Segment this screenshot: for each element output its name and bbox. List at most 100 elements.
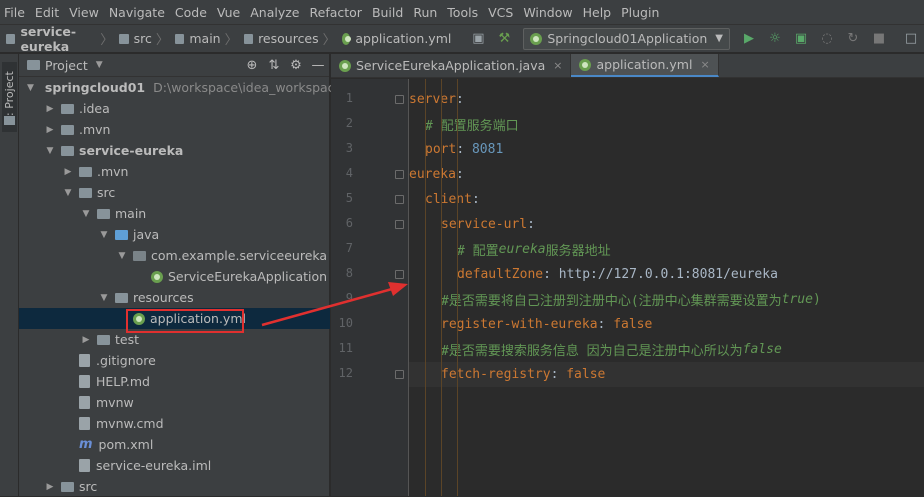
editor-area: ServiceEurekaApplication.java × applicatio… <box>331 54 924 496</box>
expand-arrow-icon[interactable]: ▼ <box>117 251 127 261</box>
coverage-icon[interactable]: ▣ <box>790 29 812 49</box>
editor-tab-label: ServiceEurekaApplication.java <box>356 58 546 73</box>
tree-item[interactable]: ▶ src <box>19 476 330 497</box>
tree-item[interactable]: HELP.md <box>19 371 330 392</box>
tree-item-label: .mvn <box>79 122 111 137</box>
menu-item[interactable]: File <box>4 5 25 20</box>
menu-item[interactable]: View <box>69 5 99 20</box>
expand-arrow-icon[interactable]: ▶ <box>63 167 73 177</box>
code-line[interactable]: server: <box>409 87 924 112</box>
code-line[interactable]: service-url: <box>409 212 924 237</box>
tree-item[interactable]: ▼ main <box>19 203 330 224</box>
layout-icon[interactable]: ▣ <box>467 29 489 49</box>
expand-arrow-icon[interactable]: ▼ <box>63 188 73 198</box>
editor-tab[interactable]: application.yml × <box>571 54 719 77</box>
breadcrumb-item[interactable]: service-eureka <box>20 24 96 54</box>
expand-arrow-icon[interactable]: ▼ <box>81 209 91 219</box>
chevron-down-icon[interactable]: ▼ <box>96 60 103 70</box>
expand-arrow-icon[interactable]: ▼ <box>27 83 34 93</box>
breadcrumb-item[interactable]: resources <box>258 31 319 46</box>
stop-icon[interactable]: ■ <box>868 29 890 49</box>
tree-item[interactable]: m pom.xml <box>19 434 330 455</box>
expand-arrow-icon[interactable]: ▶ <box>81 335 91 345</box>
line-number: 9 <box>345 291 353 305</box>
code-line[interactable]: client: <box>409 187 924 212</box>
code-token: server <box>409 92 456 107</box>
code-line[interactable]: #是否需要搜索服务信息 因为自己是注册中心所以为 false <box>409 337 924 362</box>
menu-item[interactable]: Navigate <box>109 5 165 20</box>
menu-item[interactable]: Build <box>372 5 403 20</box>
code-line[interactable]: port: 8081 <box>409 137 924 162</box>
profile-icon[interactable]: ◌ <box>816 29 838 49</box>
code-line[interactable]: fetch-registry: false <box>409 362 924 387</box>
fold-marker-icon[interactable] <box>395 370 404 379</box>
fold-marker-icon[interactable] <box>395 270 404 279</box>
gear-icon[interactable]: ⚙ <box>285 58 307 73</box>
menu-item[interactable]: Tools <box>447 5 478 20</box>
fold-marker-icon[interactable] <box>395 195 404 204</box>
folder-icon <box>6 33 16 44</box>
attach-icon[interactable]: ↻ <box>842 29 864 49</box>
expand-arrow-icon[interactable]: ▶ <box>45 482 55 492</box>
tree-item[interactable]: mvnw.cmd <box>19 413 330 434</box>
code-line[interactable]: #是否需要将自己注册到注册中心(注册中心集群需要设置为 true) <box>409 287 924 312</box>
close-icon[interactable]: × <box>553 59 562 72</box>
menu-item[interactable]: Refactor <box>310 5 362 20</box>
folder-icon <box>61 103 74 114</box>
indent-guide <box>441 79 442 496</box>
tree-item[interactable]: ▼ java <box>19 224 330 245</box>
fold-marker-icon[interactable] <box>395 95 404 104</box>
code-line[interactable]: eureka: <box>409 162 924 187</box>
run-configuration-select[interactable]: Springcloud01Application ▼ <box>523 27 730 50</box>
menu-item[interactable]: Help <box>583 5 612 20</box>
debug-icon[interactable]: ☼ <box>764 29 786 49</box>
tree-item[interactable]: .gitignore <box>19 350 330 371</box>
expand-arrow-icon[interactable]: ▼ <box>45 146 55 156</box>
menu-item[interactable]: Analyze <box>250 5 299 20</box>
tree-item-label: src <box>79 479 98 494</box>
expand-arrow-icon[interactable]: ▼ <box>99 230 109 240</box>
tree-item[interactable]: ▼ src <box>19 182 330 203</box>
fold-marker-icon[interactable] <box>395 220 404 229</box>
close-icon[interactable]: × <box>700 58 709 71</box>
menu-item[interactable]: Edit <box>35 5 59 20</box>
expand-arrow-icon[interactable]: ▶ <box>45 104 55 114</box>
breadcrumb-item[interactable]: src <box>134 31 152 46</box>
tree-item[interactable]: ▶ .mvn <box>19 119 330 140</box>
code-line[interactable]: # 配置服务端口 <box>409 112 924 137</box>
tree-item[interactable]: ▼ service-eureka <box>19 140 330 161</box>
editor-tab[interactable]: ServiceEurekaApplication.java × <box>331 54 572 77</box>
expand-arrow-icon[interactable]: ▼ <box>99 293 109 303</box>
tree-item[interactable]: ServiceEurekaApplication <box>19 266 330 287</box>
menu-item[interactable]: Code <box>175 5 207 20</box>
collapse-icon[interactable]: ⇅ <box>263 58 285 73</box>
menu-item[interactable]: Plugin <box>621 5 659 20</box>
expand-arrow-icon[interactable]: ▶ <box>45 125 55 135</box>
breadcrumb-item[interactable]: main <box>189 31 220 46</box>
tree-item[interactable]: service-eureka.iml <box>19 455 330 476</box>
tree-item[interactable]: ▼ resources <box>19 287 330 308</box>
hide-icon[interactable]: — <box>307 58 329 73</box>
tree-item[interactable]: ▼ springcloud01 D:\workspace\idea_workspac… <box>19 77 342 98</box>
tree-item[interactable]: ▼ com.example.serviceeureka <box>19 245 330 266</box>
tree-item[interactable]: ▶ .idea <box>19 98 330 119</box>
tree-item[interactable]: mvnw <box>19 392 330 413</box>
menu-item[interactable]: Run <box>413 5 437 20</box>
folder-icon <box>61 145 74 156</box>
breadcrumb-item[interactable]: application.yml <box>355 31 451 46</box>
code-line[interactable]: defaultZone: http://127.0.0.1:8081/eurek… <box>409 262 924 287</box>
hammer-icon[interactable]: ⚒ <box>493 29 515 49</box>
code-token: true <box>781 292 813 307</box>
code-line[interactable]: # 配置 eureka 服务器地址 <box>409 237 924 262</box>
fold-marker-icon[interactable] <box>395 170 404 179</box>
menu-item[interactable]: Window <box>523 5 572 20</box>
window-icon[interactable]: □ <box>900 29 922 49</box>
menu-item[interactable]: VCS <box>488 5 513 20</box>
tree-item-label: .gitignore <box>96 353 156 368</box>
run-icon[interactable]: ▶ <box>738 29 760 49</box>
folder-icon <box>79 166 92 177</box>
tree-item[interactable]: ▶ .mvn <box>19 161 330 182</box>
code-line[interactable]: register-with-eureka: false <box>409 312 924 337</box>
target-icon[interactable]: ⊕ <box>241 58 263 73</box>
menu-item[interactable]: Vue <box>217 5 240 20</box>
